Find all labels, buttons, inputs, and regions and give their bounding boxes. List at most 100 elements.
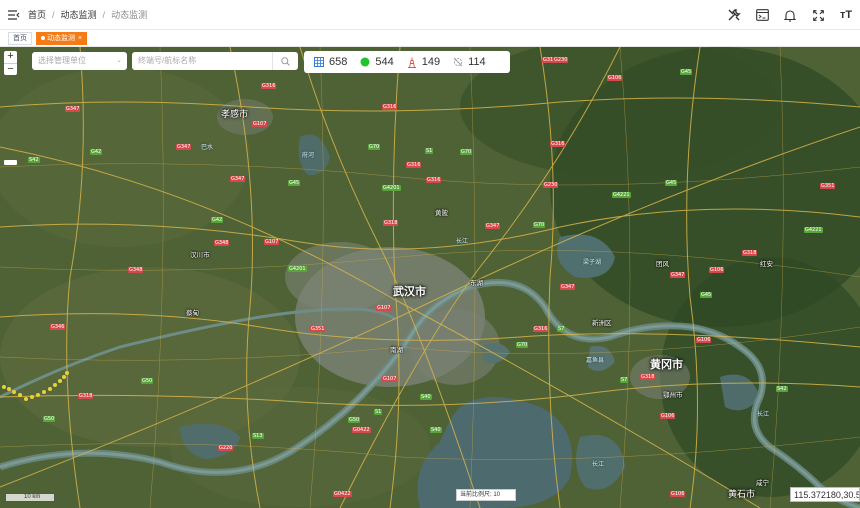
online-count-value: 544 <box>375 56 394 68</box>
fullscreen-icon[interactable] <box>804 0 832 30</box>
place-label: 咸宁 <box>756 480 769 487</box>
zoom-out-button[interactable]: − <box>4 63 17 75</box>
road-label: G230 <box>543 182 559 188</box>
screen-icon[interactable] <box>748 0 776 30</box>
road-label: G4221 <box>804 227 823 233</box>
zoom-level-indicator: 当前比例尺: 10 <box>456 489 516 501</box>
road-label: G316 <box>426 177 442 183</box>
road-label: G0422 <box>352 427 371 433</box>
road-label: G70 <box>460 149 473 155</box>
road-label: G45 <box>288 180 301 186</box>
road-label: G107 <box>252 121 268 127</box>
terminal-search-input[interactable]: 终端号/航标名称 <box>132 52 298 70</box>
road-label: G107 <box>264 239 280 245</box>
offline-count-value: 114 <box>468 56 486 68</box>
panel-toggle-handle[interactable] <box>4 160 17 165</box>
breadcrumb: 首页 / 动态监测 / 动态监测 <box>28 8 147 21</box>
place-label: 蔡甸 <box>186 310 199 317</box>
lake-label: 梁子湖 <box>583 260 602 266</box>
road-label: G346 <box>50 324 66 330</box>
zoom-in-button[interactable]: + <box>4 51 17 63</box>
place-label: 东湖 <box>470 280 483 287</box>
lake-label: 嘉鱼县 <box>586 358 605 364</box>
road-label: G351 <box>310 326 326 332</box>
status-summary: 658 544 149 114 <box>304 51 510 73</box>
city-label: 武汉市 <box>393 286 426 298</box>
road-label: G318 <box>640 374 656 380</box>
unit-select-placeholder: 选择管理单位 <box>38 56 86 65</box>
scale-bar: 10 km <box>5 493 55 502</box>
coordinate-value: 115.372180,30.5 <box>794 490 860 500</box>
unit-select[interactable]: 选择管理单位 ⌄ <box>32 52 127 70</box>
buoy-icon <box>407 57 416 68</box>
place-label: 红安 <box>760 261 773 268</box>
city-label: 黄冈市 <box>650 359 683 371</box>
online-count[interactable]: 544 <box>360 56 394 68</box>
city-label: 黄石市 <box>728 489 756 499</box>
road-label: G347 <box>560 284 576 290</box>
breadcrumb-separator: / <box>102 9 106 20</box>
bell-icon[interactable] <box>776 0 804 30</box>
satellite-map[interactable]: G347 G347 G347 G347 G347 G347 G316 G316 … <box>0 47 860 508</box>
coordinate-readout: 115.372180,30.5 <box>790 487 860 502</box>
offline-count[interactable]: 114 <box>453 56 486 68</box>
road-label: G347 <box>65 106 81 112</box>
search-placeholder: 终端号/航标名称 <box>138 56 197 65</box>
road-label: G107 <box>376 305 392 311</box>
top-header: 首页 / 动态监测 / 动态监测 тT <box>0 0 860 30</box>
road-label: G45 <box>665 180 678 186</box>
road-label: G4201 <box>382 185 401 191</box>
river-label: 府河 <box>302 153 315 159</box>
road-label: G42 <box>211 217 224 223</box>
road-label: S1 <box>374 409 383 415</box>
total-count[interactable]: 658 <box>314 56 347 68</box>
close-icon[interactable]: × <box>78 33 82 44</box>
tab-dynamic-monitoring[interactable]: 动态监测 × <box>36 31 88 45</box>
tools-icon[interactable] <box>720 0 748 30</box>
road-label: G347 <box>230 176 246 182</box>
search-icon <box>281 56 290 66</box>
tab-home[interactable]: 首页 <box>8 31 32 45</box>
road-label: G70 <box>368 144 381 150</box>
place-label: 新洲区 <box>592 320 612 327</box>
online-dot-icon <box>360 57 370 67</box>
road-label: S42 <box>776 386 788 392</box>
font-size-icon[interactable]: тT <box>832 0 860 30</box>
menu-toggle-icon[interactable] <box>0 0 28 30</box>
buoy-count-value: 149 <box>421 56 441 68</box>
road-label: G0422 <box>333 491 352 497</box>
breadcrumb-dynamic-monitoring[interactable]: 动态监测 <box>61 8 97 21</box>
road-label: S40 <box>420 394 432 400</box>
road-label: G106 <box>696 337 712 343</box>
active-dot-icon <box>41 36 45 40</box>
search-button[interactable] <box>272 52 298 70</box>
place-label: 黄陂 <box>435 210 448 217</box>
road-label: G348 <box>128 267 144 273</box>
road-label: G70 <box>516 342 529 348</box>
road-label: G351 <box>820 183 836 189</box>
road-label: G70 <box>533 222 546 228</box>
chevron-down-icon: ⌄ <box>116 57 122 64</box>
river-label: 长江 <box>456 239 469 245</box>
road-label: G347 <box>670 272 686 278</box>
total-count-value: 658 <box>329 56 348 68</box>
tab-home-label: 首页 <box>13 34 27 42</box>
road-label: G45 <box>700 292 713 298</box>
road-label: S13 <box>252 433 264 439</box>
buoy-count[interactable]: 149 <box>407 56 440 68</box>
breadcrumb-current: 动态监测 <box>111 10 148 20</box>
font-size-glyph: тT <box>839 9 853 21</box>
road-label: S42 <box>28 157 40 163</box>
river-label: 长江 <box>757 412 770 418</box>
grid-icon <box>314 57 324 67</box>
road-label: S7 <box>557 326 566 332</box>
road-label: G316 <box>550 141 566 147</box>
tab-bar: 首页 动态监测 × <box>0 30 860 47</box>
road-label: G348 <box>214 240 230 246</box>
road-label: G318 <box>742 250 758 256</box>
road-label: S1 <box>425 148 434 154</box>
breadcrumb-home[interactable]: 首页 <box>28 8 46 21</box>
road-label: G230 <box>553 57 569 63</box>
road-label: G50 <box>141 378 154 384</box>
road-label: G347 <box>485 223 501 229</box>
